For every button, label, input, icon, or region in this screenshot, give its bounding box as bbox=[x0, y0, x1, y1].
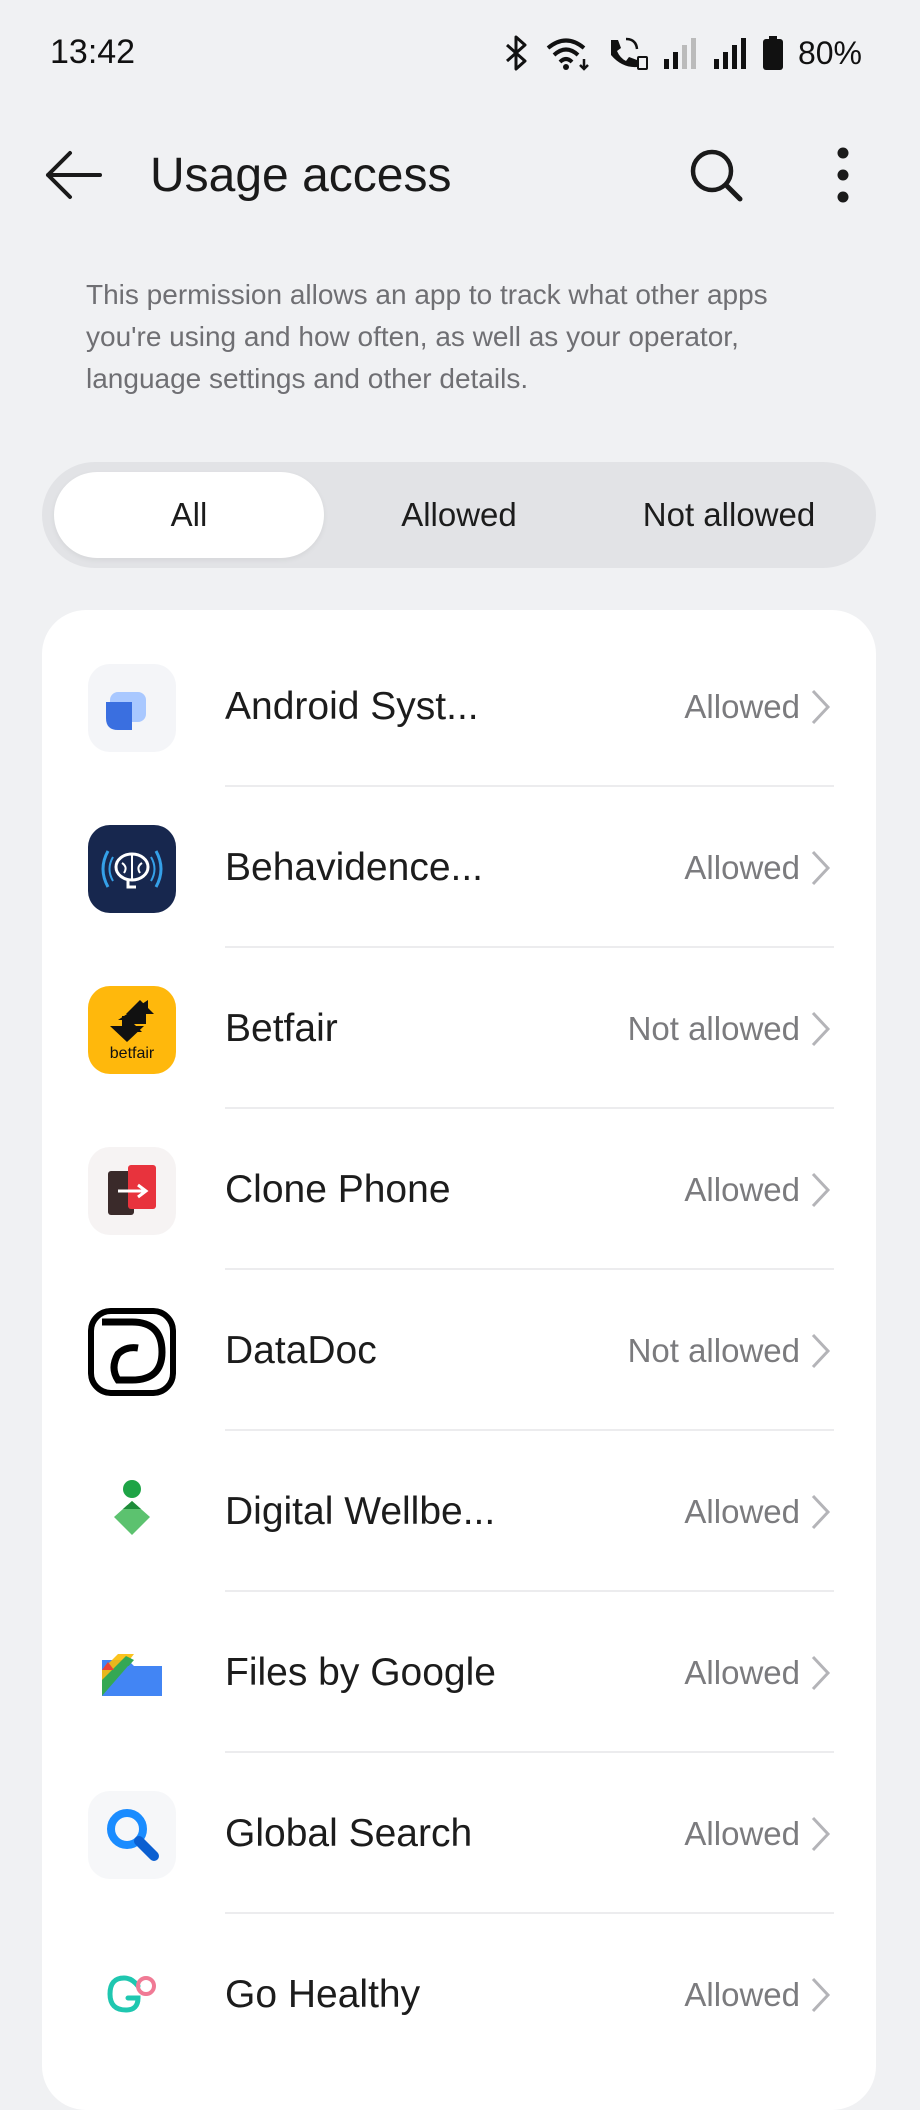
svg-text:betfair: betfair bbox=[110, 1045, 155, 1062]
battery-icon bbox=[762, 35, 784, 71]
chevron-right-icon bbox=[811, 850, 831, 886]
list-item-files-by-google[interactable]: Files by Google Allowed bbox=[42, 1592, 876, 1753]
chevron-right-icon bbox=[811, 1333, 831, 1369]
chevron-right-icon bbox=[811, 1977, 831, 2013]
tab-not-allowed[interactable]: Not allowed bbox=[594, 472, 864, 558]
global-search-icon bbox=[88, 1791, 176, 1879]
app-list: Android Syst... Allowed Behavidence... A… bbox=[42, 610, 876, 2110]
permission-status: Allowed bbox=[684, 1171, 800, 1208]
app-name: Go Healthy bbox=[225, 1973, 421, 2016]
digital-wellbeing-icon bbox=[88, 1469, 176, 1557]
chevron-right-icon bbox=[811, 689, 831, 725]
filter-tabs: All Allowed Not allowed bbox=[42, 462, 876, 568]
chevron-right-icon bbox=[811, 1494, 831, 1530]
permission-status: Allowed bbox=[684, 688, 800, 725]
go-healthy-icon bbox=[88, 1952, 176, 2040]
chevron-right-icon bbox=[811, 1011, 831, 1047]
battery-percent: 80% bbox=[797, 34, 862, 71]
more-options-button[interactable] bbox=[815, 142, 871, 208]
signal-strong-icon bbox=[712, 35, 748, 71]
app-name: Android Syst... bbox=[225, 685, 479, 728]
app-bar: Usage access bbox=[0, 120, 920, 230]
app-name: Behavidence... bbox=[225, 846, 484, 889]
list-item-go-healthy[interactable]: Go Healthy Allowed bbox=[42, 1914, 876, 2075]
app-name: DataDoc bbox=[225, 1329, 377, 1372]
back-button[interactable] bbox=[38, 142, 112, 208]
list-item-clone-phone[interactable]: Clone Phone Allowed bbox=[42, 1109, 876, 1270]
app-name: Clone Phone bbox=[225, 1168, 451, 1211]
status-icons: 80% bbox=[504, 28, 862, 78]
datadoc-icon bbox=[88, 1308, 176, 1396]
chevron-right-icon bbox=[811, 1655, 831, 1691]
signal-weak-icon bbox=[662, 35, 698, 71]
list-item-digital-wellbeing[interactable]: Digital Wellbe... Allowed bbox=[42, 1431, 876, 1592]
status-time: 13:42 bbox=[50, 33, 136, 71]
chevron-right-icon bbox=[811, 1816, 831, 1852]
betfair-icon: betfair bbox=[88, 986, 176, 1074]
search-button[interactable] bbox=[682, 142, 750, 208]
app-name: Digital Wellbe... bbox=[225, 1490, 496, 1533]
chevron-right-icon bbox=[811, 1172, 831, 1208]
search-icon bbox=[690, 149, 743, 202]
wifi-calling-icon bbox=[606, 35, 648, 71]
bluetooth-icon bbox=[504, 35, 530, 71]
permission-status: Not allowed bbox=[627, 1010, 800, 1047]
app-name: Global Search bbox=[225, 1812, 473, 1855]
list-item-global-search[interactable]: Global Search Allowed bbox=[42, 1753, 876, 1914]
permission-status: Not allowed bbox=[627, 1332, 800, 1369]
app-name: Files by Google bbox=[225, 1651, 496, 1694]
more-vert-icon bbox=[837, 147, 849, 203]
files-by-google-icon bbox=[88, 1630, 176, 1718]
wifi-icon bbox=[544, 35, 592, 71]
list-item-datadoc[interactable]: DataDoc Not allowed bbox=[42, 1270, 876, 1431]
status-bar: 13:42 80% bbox=[0, 0, 920, 108]
android-system-icon bbox=[88, 664, 176, 752]
permission-status: Allowed bbox=[684, 1493, 800, 1530]
list-item-android-system[interactable]: Android Syst... Allowed bbox=[42, 626, 876, 787]
clone-phone-icon bbox=[88, 1147, 176, 1235]
app-name: Betfair bbox=[225, 1007, 338, 1050]
tab-all[interactable]: All bbox=[54, 472, 324, 558]
page-title: Usage access bbox=[150, 149, 452, 202]
permission-status: Allowed bbox=[684, 1654, 800, 1691]
permission-status: Allowed bbox=[684, 1815, 800, 1852]
permission-status: Allowed bbox=[684, 1976, 800, 2013]
permission-status: Allowed bbox=[684, 849, 800, 886]
tab-allowed[interactable]: Allowed bbox=[324, 472, 594, 558]
back-arrow-icon bbox=[46, 151, 102, 199]
list-item-betfair[interactable]: betfair Betfair Not allowed bbox=[42, 948, 876, 1109]
behavidence-icon bbox=[88, 825, 176, 913]
permission-description: This permission allows an app to track w… bbox=[86, 279, 768, 394]
list-item-behavidence[interactable]: Behavidence... Allowed bbox=[42, 787, 876, 948]
